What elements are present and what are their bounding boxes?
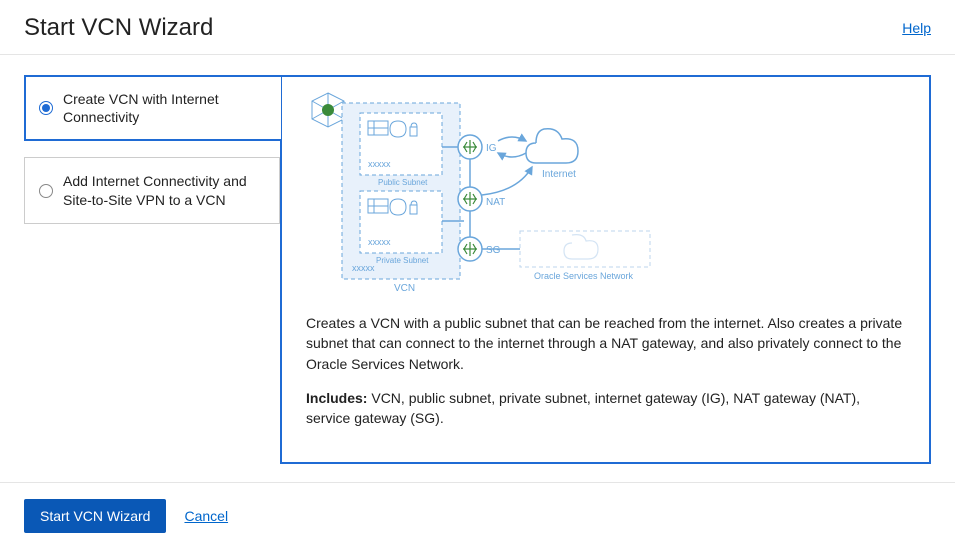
radio-icon — [39, 101, 53, 115]
wizard-option-list: Create VCN with Internet Connectivity Ad… — [24, 75, 280, 464]
nat-label: NAT — [486, 197, 505, 208]
osn-label: Oracle Services Network — [534, 271, 634, 281]
option-label: Create VCN with Internet Connectivity — [63, 90, 268, 126]
includes-text: VCN, public subnet, private subnet, inte… — [306, 390, 860, 426]
main-content: Create VCN with Internet Connectivity Ad… — [0, 75, 955, 464]
detail-includes: Includes: VCN, public subnet, private su… — [306, 388, 905, 429]
vcn-diagram: xxxxx VCN xxxxx Public Subnet xxxxx Priv… — [306, 91, 666, 301]
option-detail-panel: xxxxx VCN xxxxx Public Subnet xxxxx Priv… — [280, 75, 931, 464]
option-add-connectivity-vpn[interactable]: Add Internet Connectivity and Site-to-Si… — [24, 157, 280, 223]
start-wizard-button[interactable]: Start VCN Wizard — [24, 499, 166, 533]
private-subnet-placeholder: xxxxx — [368, 237, 391, 247]
public-subnet-placeholder: xxxxx — [368, 159, 391, 169]
header-divider — [0, 54, 955, 55]
radio-icon — [39, 184, 53, 198]
private-subnet-label: Private Subnet — [376, 256, 429, 265]
public-subnet-label: Public Subnet — [378, 178, 428, 187]
footer: Start VCN Wizard Cancel — [0, 482, 955, 549]
sg-label: SG — [486, 245, 501, 256]
help-link[interactable]: Help — [902, 20, 931, 36]
internet-cloud-icon — [526, 129, 578, 163]
cancel-link[interactable]: Cancel — [184, 508, 228, 524]
option-create-vcn-internet[interactable]: Create VCN with Internet Connectivity — [24, 75, 281, 141]
vcn-placeholder-text: xxxxx — [352, 263, 375, 273]
vcn-label: VCN — [394, 283, 415, 294]
internet-label: Internet — [542, 169, 576, 180]
vcn-emblem-icon — [312, 93, 344, 127]
includes-label: Includes: — [306, 390, 367, 406]
page-title: Start VCN Wizard — [24, 14, 213, 42]
header: Start VCN Wizard Help — [0, 0, 955, 54]
osn-box — [520, 231, 650, 267]
ig-label: IG — [486, 143, 497, 154]
detail-description: Creates a VCN with a public subnet that … — [306, 313, 905, 374]
option-label: Add Internet Connectivity and Site-to-Si… — [63, 172, 265, 208]
